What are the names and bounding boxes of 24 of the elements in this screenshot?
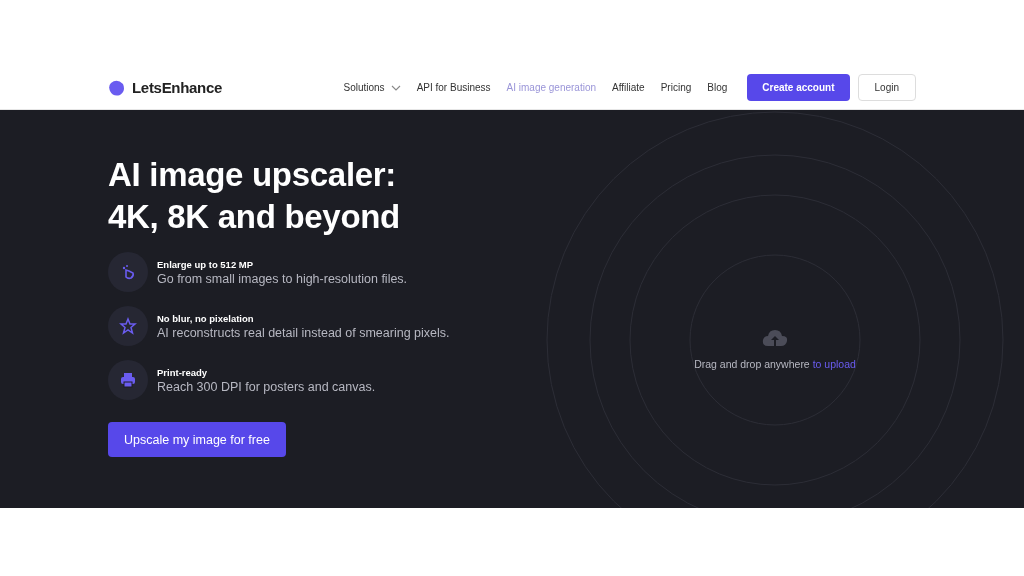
feature-description: Go from small images to high-resolution files. bbox=[157, 271, 408, 286]
feature-title: Print-ready bbox=[157, 366, 209, 378]
feature-description: Reach 300 DPI for posters and canvas. bbox=[157, 379, 376, 394]
brand-name: LetsEnhance bbox=[132, 79, 223, 96]
nav-link[interactable]: Blog bbox=[707, 82, 728, 93]
feature-title: No blur, no pixelation bbox=[157, 312, 255, 324]
nav-link[interactable]: API for Business bbox=[416, 82, 491, 93]
cloud-upload-icon bbox=[761, 328, 789, 348]
upscale-button[interactable]: Upscale my image for free bbox=[108, 422, 286, 457]
nav-link[interactable]: Affiliate bbox=[612, 82, 645, 93]
login-button[interactable]: Login bbox=[857, 74, 916, 101]
nav-dropdown[interactable]: Solutions bbox=[343, 82, 401, 93]
hero-title: AI image upscaler: 4K, 8K and beyond bbox=[108, 155, 401, 237]
feature-icon bbox=[108, 306, 148, 346]
upload-hint: Drag and drop anywhere to upload bbox=[694, 358, 856, 370]
chevron-icon bbox=[390, 84, 401, 91]
logo-icon bbox=[108, 78, 126, 97]
create-account-button[interactable]: Create account bbox=[747, 74, 850, 101]
upload-link[interactable]: to upload bbox=[812, 358, 856, 370]
nav-link[interactable]: Pricing bbox=[660, 82, 692, 93]
feature-icon bbox=[108, 360, 148, 400]
feature-description: AI reconstructs real detail instead of smearing pixels. bbox=[157, 325, 450, 340]
feature-title: Enlarge up to 512 MP bbox=[157, 258, 255, 270]
feature-icon bbox=[108, 252, 148, 292]
